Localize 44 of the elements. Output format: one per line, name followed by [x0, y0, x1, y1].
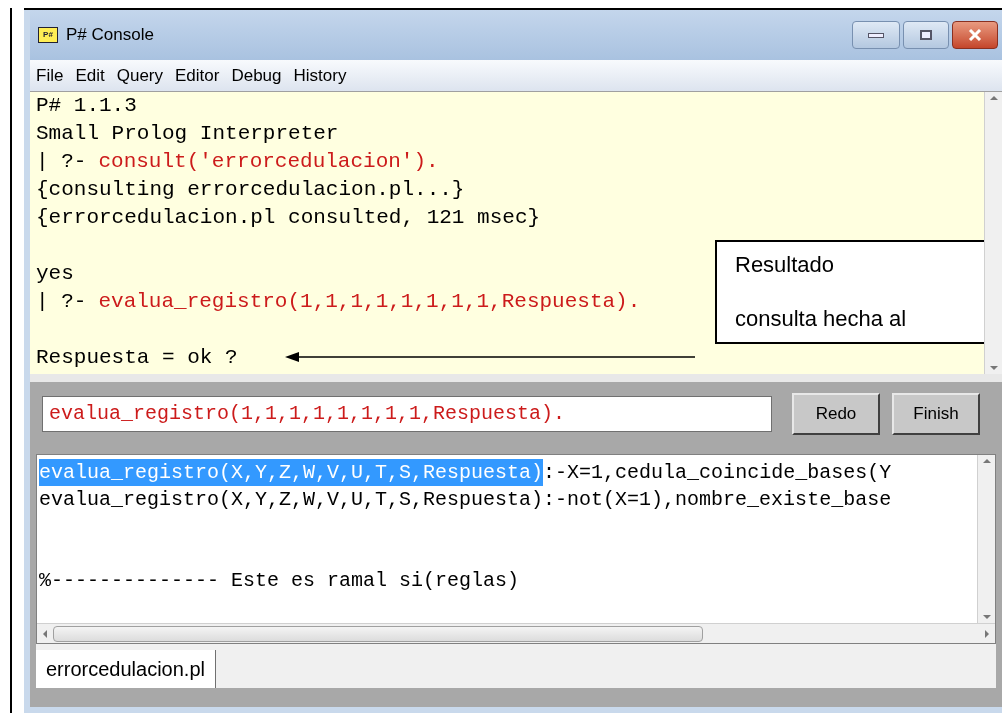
menu-item[interactable]: History: [293, 62, 347, 89]
maximize-button[interactable]: [903, 21, 949, 49]
file-tab[interactable]: errorcedulacion.pl: [36, 650, 216, 688]
scroll-down-icon[interactable]: [989, 366, 998, 370]
maximize-icon: [920, 30, 932, 40]
console-line: yes: [36, 261, 74, 287]
scroll-up-icon[interactable]: [982, 459, 991, 463]
scroll-down-icon[interactable]: [982, 615, 991, 619]
code-text: %-------------- Este es ramal si(reglas): [39, 568, 520, 594]
code-text: :-X=1,cedula_coincide_bases(Y: [543, 460, 892, 486]
app-icon: P#: [38, 27, 58, 43]
vertical-scrollbar[interactable]: [977, 455, 995, 623]
callout-text: consulta hecha al: [735, 306, 908, 332]
close-button[interactable]: [952, 21, 998, 49]
query-input[interactable]: evalua_registro(1,1,1,1,1,1,1,1,Respuesta).: [42, 396, 772, 432]
query-text: consult('errorcedulacion').: [98, 149, 439, 175]
console-line: Small Prolog Interpreter: [36, 121, 339, 147]
scroll-right-icon[interactable]: [985, 629, 989, 638]
callout-text: Resultado: [735, 252, 836, 278]
console-line: {consulting errorcedulacion.pl...}: [36, 177, 465, 203]
menu-item[interactable]: Query: [116, 62, 163, 89]
scroll-up-icon[interactable]: [989, 96, 998, 100]
scroll-left-icon[interactable]: [43, 629, 47, 638]
query-text: evalua_registro(1,1,1,1,1,1,1,1,Respuesta).: [98, 289, 641, 315]
console-line: P# 1.1.3: [36, 93, 137, 119]
console-line: Respuesta = ok ?: [36, 345, 238, 371]
code-text: evalua_registro(X,Y,Z,W,V,U,T,S,Respuesta):-not(X=1),nombre_existe_base: [39, 487, 892, 513]
menu-item[interactable]: Debug: [231, 62, 282, 89]
menu-item[interactable]: Editor: [175, 62, 220, 89]
action-button[interactable]: Finish: [892, 393, 980, 435]
code-text: evalua_registro(X,Y,Z,W,V,U,T,S,Respuesta): [39, 459, 544, 486]
horizontal-scrollbar[interactable]: [37, 623, 995, 643]
vertical-scrollbar[interactable]: [984, 92, 1002, 374]
minimize-icon: [868, 32, 884, 38]
console-line: {errorcedulacion.pl consulted, 121 msec}: [36, 205, 541, 231]
prompt-text: | ?-: [36, 289, 87, 315]
close-icon: [968, 29, 982, 41]
menu-item[interactable]: File: [36, 62, 64, 89]
window-title: P# Console: [66, 24, 154, 47]
prompt-text: | ?-: [36, 149, 87, 175]
minimize-button[interactable]: [852, 21, 900, 49]
menu-item[interactable]: Edit: [75, 62, 105, 89]
action-button[interactable]: Redo: [792, 393, 880, 435]
scrollbar-thumb[interactable]: [53, 625, 703, 642]
